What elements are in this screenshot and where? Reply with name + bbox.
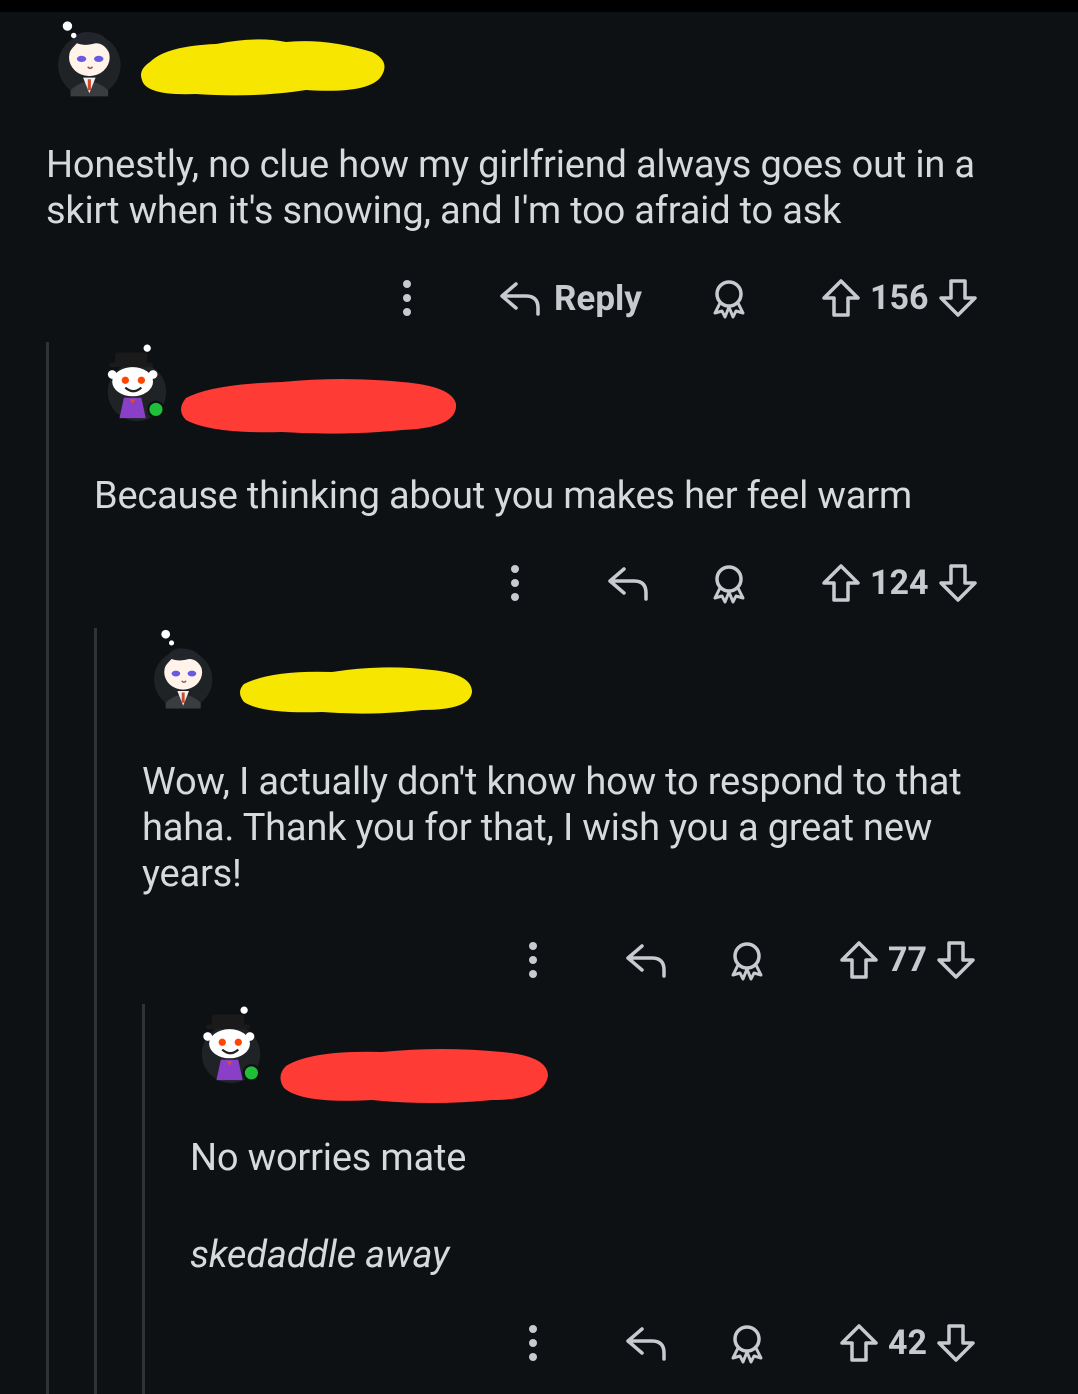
upvote-icon[interactable]: [820, 562, 862, 604]
downvote-icon[interactable]: [935, 1322, 977, 1364]
comment-body: Honestly, no clue how my girlfriend alwa…: [46, 143, 985, 233]
more-icon: [529, 1325, 537, 1361]
avatar[interactable]: [94, 338, 180, 424]
avatar[interactable]: [138, 624, 224, 710]
online-indicator: [244, 1066, 258, 1080]
comment-body-italic: skedaddle away: [190, 1233, 450, 1277]
username-redaction: [181, 379, 457, 434]
comment-actions: 124: [380, 558, 1020, 608]
award-icon: [731, 1325, 763, 1364]
upvote-icon[interactable]: [820, 277, 862, 319]
reply-button[interactable]: [624, 935, 668, 985]
comment-actions: Reply 156: [380, 273, 1020, 323]
award-icon: [731, 942, 763, 981]
username-redaction: [240, 667, 472, 714]
reply-button[interactable]: [606, 558, 650, 608]
thread-line-level-3[interactable]: [142, 1004, 145, 1394]
reply-icon: [626, 1327, 666, 1361]
redaction-mark: [181, 379, 457, 434]
more-button[interactable]: [390, 273, 424, 323]
downvote-icon[interactable]: [935, 939, 977, 981]
reply-icon: [626, 944, 666, 978]
redaction-mark: [240, 667, 472, 714]
comment-actions: 42: [380, 1318, 1020, 1368]
more-icon: [529, 942, 537, 978]
reply-button[interactable]: [624, 1318, 668, 1368]
upvote-icon[interactable]: [838, 939, 880, 981]
upvote-icon[interactable]: [838, 1322, 880, 1364]
vote-score: 77: [888, 940, 928, 980]
vote-score: 124: [870, 563, 929, 603]
more-button[interactable]: [516, 935, 550, 985]
comment-body: No worries mate: [190, 1136, 467, 1180]
award-button[interactable]: [708, 558, 750, 608]
reply-button[interactable]: Reply: [498, 273, 642, 323]
award-button[interactable]: [726, 935, 768, 985]
award-icon: [713, 565, 745, 604]
award-button[interactable]: [708, 273, 750, 323]
redaction-mark: [280, 1049, 548, 1103]
username-redaction: [280, 1049, 548, 1103]
more-button[interactable]: [498, 558, 532, 608]
award-icon: [713, 280, 745, 319]
vote-score: 42: [888, 1323, 928, 1363]
redaction-mark: [141, 39, 385, 96]
vote-controls: 42: [838, 1318, 977, 1368]
award-button[interactable]: [726, 1318, 768, 1368]
comment-body: Wow, I actually don't know how to respon…: [142, 760, 971, 896]
vote-controls: 124: [820, 558, 979, 608]
status-bar-strip: [0, 0, 1078, 12]
vote-controls: 156: [820, 273, 979, 323]
avatar[interactable]: [44, 12, 130, 98]
vote-score: 156: [870, 278, 929, 318]
more-icon: [511, 565, 519, 601]
vote-controls: 77: [838, 935, 977, 985]
username-redaction: [141, 39, 385, 96]
downvote-icon[interactable]: [937, 562, 979, 604]
more-button[interactable]: [516, 1318, 550, 1368]
reply-label: Reply: [554, 277, 642, 319]
more-icon: [403, 280, 411, 316]
downvote-icon[interactable]: [937, 277, 979, 319]
online-indicator: [149, 402, 163, 416]
reply-icon: [500, 282, 540, 316]
comment-body: Because thinking about you makes her fee…: [94, 474, 913, 518]
thread-line-level-1[interactable]: [46, 342, 49, 1394]
comment-actions: 77: [380, 935, 1020, 985]
reply-icon: [608, 567, 648, 601]
avatar[interactable]: [188, 1000, 274, 1086]
thread-line-level-2[interactable]: [94, 628, 97, 1394]
